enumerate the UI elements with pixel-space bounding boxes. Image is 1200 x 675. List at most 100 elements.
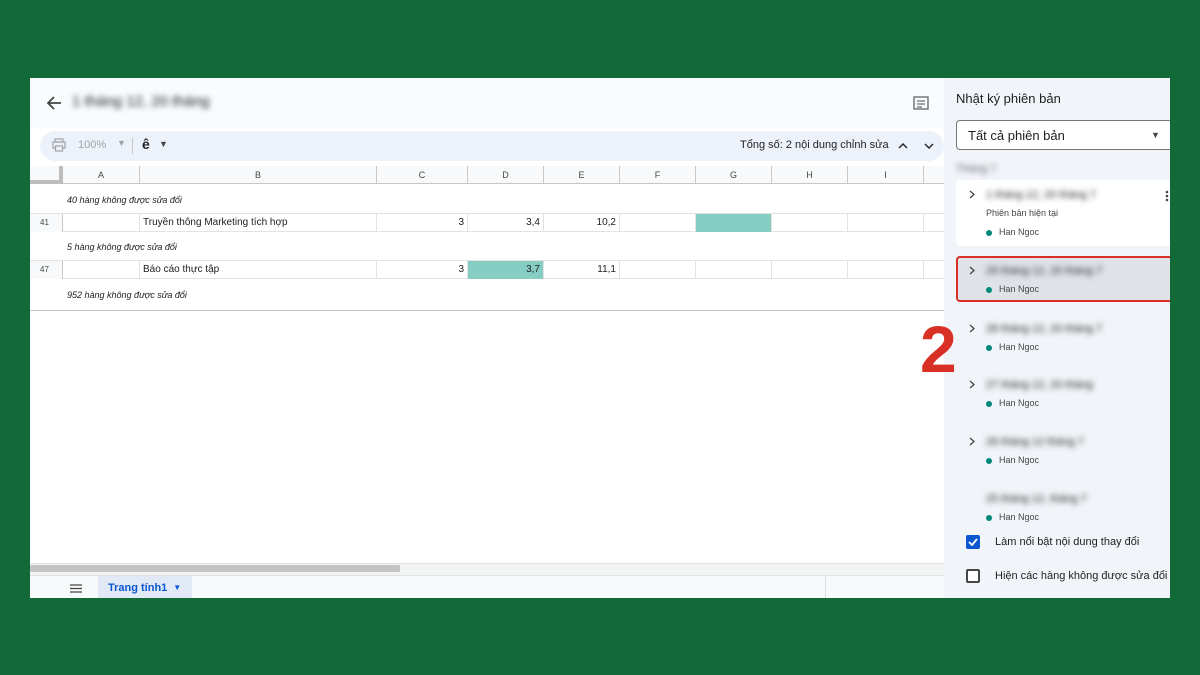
- checkbox-checked[interactable]: [966, 535, 980, 549]
- unchanged-rows-note: 5 hàng không được sửa đổi: [30, 233, 944, 261]
- version-author: Han Ngoc: [999, 342, 1040, 352]
- more-options-icon[interactable]: [1162, 188, 1170, 204]
- version-filter-select[interactable]: Tất cả phiên bản ▼: [956, 120, 1170, 150]
- author-color-dot: [986, 401, 992, 407]
- cell-c[interactable]: 3: [377, 214, 468, 232]
- cell-g-changed[interactable]: [696, 214, 772, 232]
- spreadsheet-grid: A B C D E F G H I 40 hàng không được sửa…: [30, 166, 944, 311]
- column-header-f[interactable]: F: [620, 166, 696, 184]
- sheet-tab-label: Trang tính1: [108, 581, 168, 594]
- version-group-label: Tháng 7: [956, 163, 997, 175]
- highlight-changes-toggle[interactable]: Làm nổi bật nội dung thay đổi: [966, 534, 1139, 550]
- highlight-changes-label: Làm nổi bật nội dung thay đổi: [995, 536, 1140, 548]
- version-item-current[interactable]: 1 tháng 12, 20 tháng 7 Phiên bản hiện tạ…: [956, 180, 1170, 246]
- chevron-down-icon: ▼: [1151, 130, 1160, 140]
- cell-e[interactable]: 11,1: [544, 261, 620, 279]
- next-edit-button[interactable]: [922, 138, 936, 154]
- cell-d[interactable]: 3,4: [468, 214, 544, 232]
- version-author: Han Ngoc: [999, 398, 1040, 408]
- column-header-overflow: [924, 166, 944, 184]
- edit-count-label: Tổng số: 2 nội dung chỉnh sửa: [740, 139, 889, 151]
- column-header-h[interactable]: H: [772, 166, 848, 184]
- show-unchanged-rows-toggle[interactable]: Hiện các hàng không được sửa đổi: [966, 568, 1167, 584]
- arrow-left-icon: [46, 96, 61, 110]
- zoom-select[interactable]: 100%: [78, 139, 106, 151]
- comment-icon[interactable]: [910, 92, 932, 114]
- expand-chevron-icon[interactable]: [967, 379, 977, 389]
- author-color-dot: [986, 287, 992, 293]
- version-item-selected[interactable]: 29 tháng 12, 20 tháng 7 Han Ngoc: [956, 256, 1170, 302]
- author-color-dot: [986, 230, 992, 236]
- unchanged-rows-note: 952 hàng không được sửa đổi: [30, 280, 944, 310]
- version-item[interactable]: 25 tháng 12, tháng 7 Han Ngoc: [956, 484, 1170, 528]
- author-color-dot: [986, 345, 992, 351]
- version-item[interactable]: 28 tháng 12, 20 tháng 7 Han Ngoc: [956, 314, 1170, 358]
- input-tools-caret-icon: ▼: [159, 139, 168, 149]
- version-timestamp: 27 tháng 12, 20 tháng: [986, 379, 1094, 391]
- cell-a[interactable]: [63, 214, 140, 232]
- unchanged-rows-label: 952 hàng không được sửa đổi: [67, 290, 187, 300]
- version-author: Han Ngoc: [999, 227, 1040, 237]
- cell-i[interactable]: [848, 261, 924, 279]
- unchanged-rows-label: 5 hàng không được sửa đổi: [67, 242, 177, 252]
- column-header-d[interactable]: D: [468, 166, 544, 184]
- sheet-tab-caret-icon[interactable]: ▼: [173, 583, 181, 592]
- cell-g[interactable]: [696, 261, 772, 279]
- version-timestamp: 28 tháng 12, 20 tháng 7: [986, 323, 1103, 335]
- column-header-a[interactable]: A: [63, 166, 140, 184]
- cell-b[interactable]: Truyền thông Marketing tích hợp: [140, 214, 377, 232]
- column-header-e[interactable]: E: [544, 166, 620, 184]
- cell-d-changed[interactable]: 3,7: [468, 261, 544, 279]
- cell-a[interactable]: [63, 261, 140, 279]
- back-button[interactable]: [42, 91, 66, 115]
- cell-f[interactable]: [620, 261, 696, 279]
- expand-chevron-icon[interactable]: [967, 189, 977, 199]
- grid-bottom-border: [30, 310, 944, 311]
- unchanged-rows-note: 40 hàng không được sửa đổi: [30, 186, 944, 214]
- column-header-i[interactable]: I: [848, 166, 924, 184]
- input-tools-button[interactable]: ê: [142, 136, 150, 152]
- horizontal-scrollbar-thumb[interactable]: [30, 565, 400, 572]
- version-item[interactable]: 27 tháng 12, 20 tháng Han Ngoc: [956, 370, 1170, 414]
- version-timestamp: 26 tháng 12 tháng 7: [986, 436, 1084, 448]
- expand-chevron-icon[interactable]: [967, 436, 977, 446]
- cell-h[interactable]: [772, 261, 848, 279]
- table-row: 41 Truyền thông Marketing tích hợp 3 3,4…: [30, 214, 944, 232]
- version-filter-value: Tất cả phiên bản: [968, 128, 1065, 143]
- toolbar: 100% ▼ ê ▼ Tổng số: 2 nội dung chỉnh sửa: [40, 131, 944, 161]
- select-all-corner[interactable]: [30, 166, 63, 184]
- zoom-caret-icon: ▼: [117, 138, 126, 148]
- document-title: 1 tháng 12, 20 tháng: [72, 93, 210, 110]
- cell-e[interactable]: 10,2: [544, 214, 620, 232]
- previous-edit-button[interactable]: [896, 138, 910, 154]
- hamburger-menu-icon: [70, 583, 82, 593]
- version-author: Han Ngoc: [999, 512, 1040, 522]
- cell-f[interactable]: [620, 214, 696, 232]
- title-bar: 1 tháng 12, 20 tháng: [30, 78, 944, 128]
- panel-title: Nhật ký phiên bản: [956, 91, 1061, 106]
- cell-i[interactable]: [848, 214, 924, 232]
- checkbox-unchecked[interactable]: [966, 569, 980, 583]
- step-number-annotation: 2: [920, 312, 957, 386]
- chevron-down-icon: [924, 143, 934, 149]
- sheet-tabs-bar: Trang tính1 ▼: [30, 575, 944, 598]
- expand-chevron-icon[interactable]: [967, 323, 977, 333]
- current-version-label: Phiên bản hiện tại: [986, 208, 1059, 218]
- row-number[interactable]: 47: [30, 261, 63, 279]
- cell-c[interactable]: 3: [377, 261, 468, 279]
- row-number[interactable]: 41: [30, 214, 63, 232]
- all-sheets-button[interactable]: [68, 581, 84, 595]
- version-item[interactable]: 26 tháng 12 tháng 7 Han Ngoc: [956, 427, 1170, 471]
- column-header-c[interactable]: C: [377, 166, 468, 184]
- cell-h[interactable]: [772, 214, 848, 232]
- cell-b[interactable]: Báo cáo thực tập: [140, 261, 377, 279]
- expand-chevron-icon[interactable]: [967, 265, 977, 275]
- column-header-g[interactable]: G: [696, 166, 772, 184]
- sheet-tab[interactable]: Trang tính1 ▼: [98, 576, 192, 598]
- column-header-b[interactable]: B: [140, 166, 377, 184]
- show-unchanged-rows-label: Hiện các hàng không được sửa đổi: [995, 570, 1168, 582]
- sheetbar-divider: [825, 576, 826, 598]
- print-icon[interactable]: [52, 138, 66, 157]
- version-timestamp: 25 tháng 12, tháng 7: [986, 493, 1087, 505]
- unchanged-rows-label: 40 hàng không được sửa đổi: [67, 195, 182, 205]
